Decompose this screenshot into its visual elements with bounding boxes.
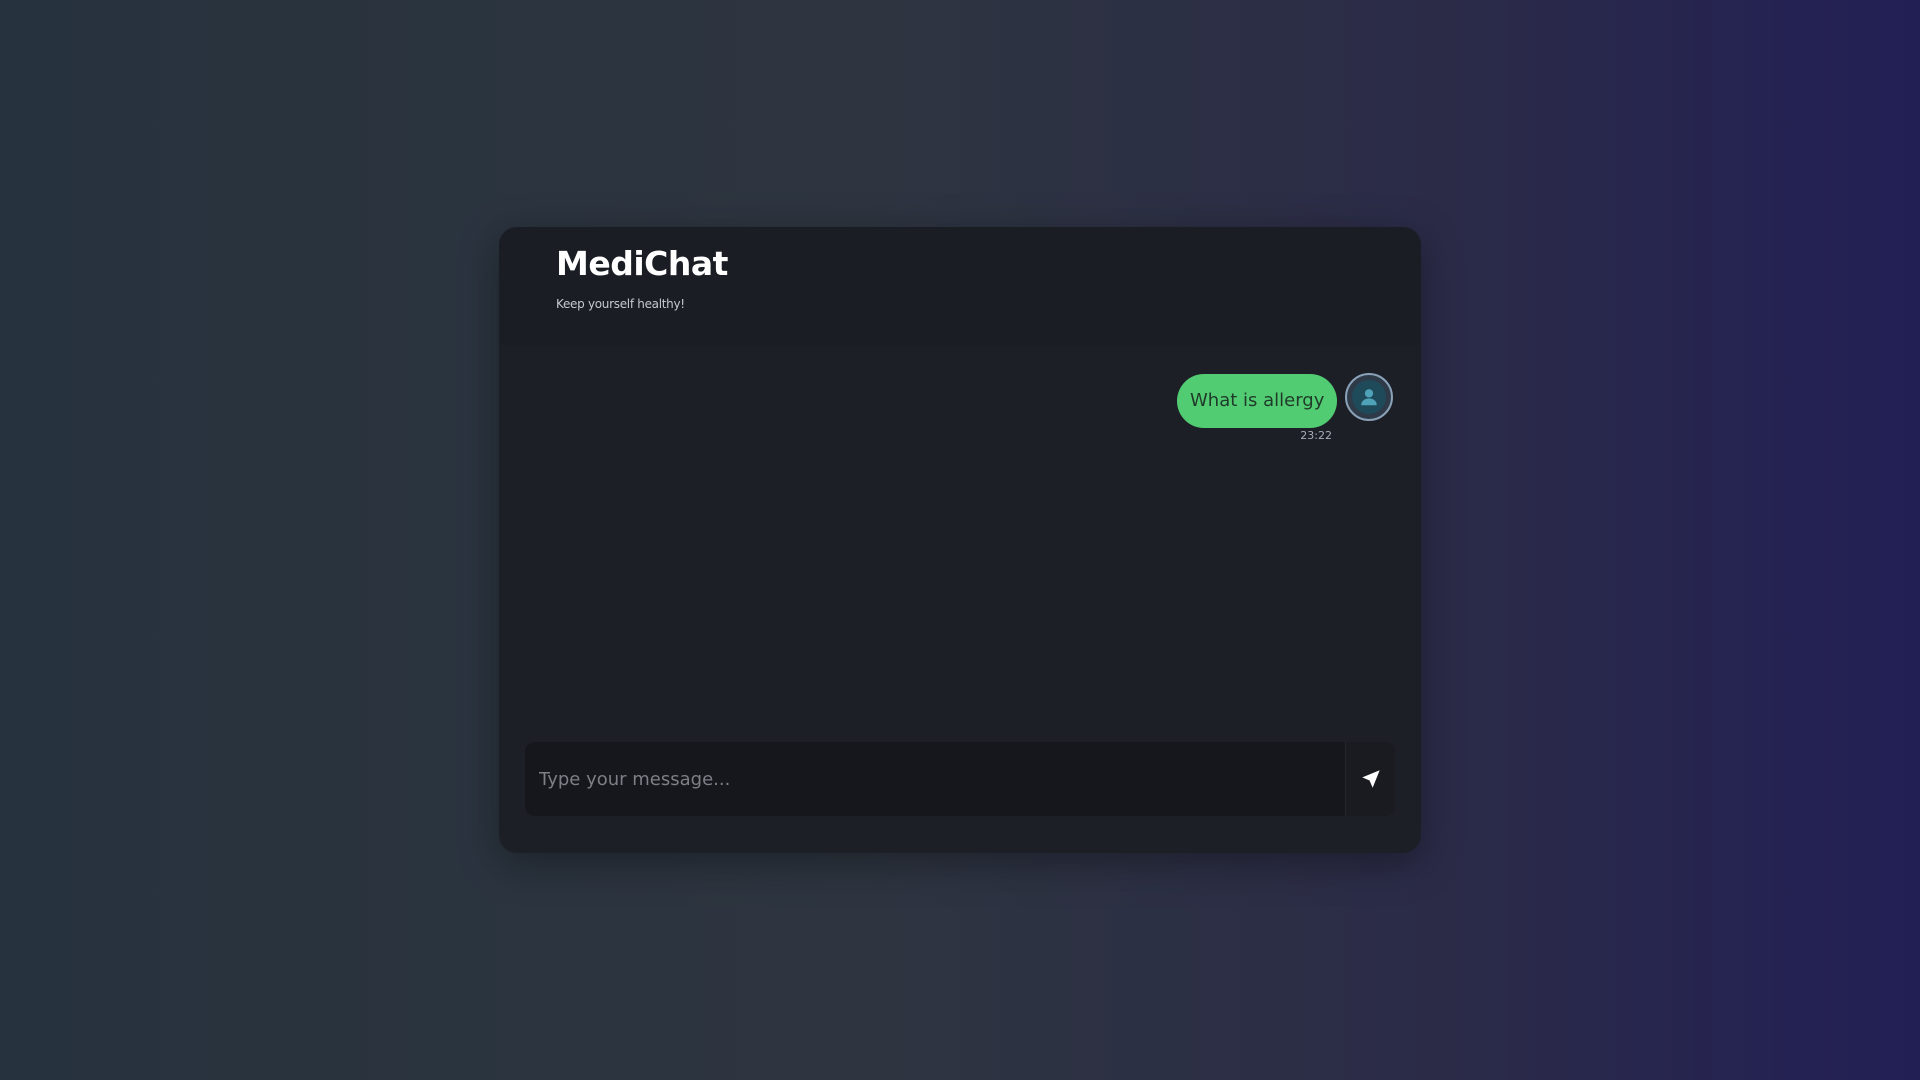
app-subtitle: Keep yourself healthy! [556, 297, 685, 311]
app-title: MediChat [556, 244, 728, 283]
message-input[interactable] [525, 742, 1345, 816]
user-message-bubble: What is allergy [1177, 374, 1338, 428]
message-timestamp: 23:22 [1300, 429, 1332, 442]
send-button[interactable] [1345, 742, 1395, 816]
chat-header: MediChat Keep yourself healthy! [499, 227, 1421, 345]
user-icon [1361, 389, 1377, 406]
user-avatar [1345, 373, 1393, 421]
message-composer [525, 742, 1395, 816]
chat-window: MediChat Keep yourself healthy! What is … [499, 227, 1421, 853]
send-icon [1361, 770, 1380, 788]
avatar-circle [1352, 380, 1386, 414]
